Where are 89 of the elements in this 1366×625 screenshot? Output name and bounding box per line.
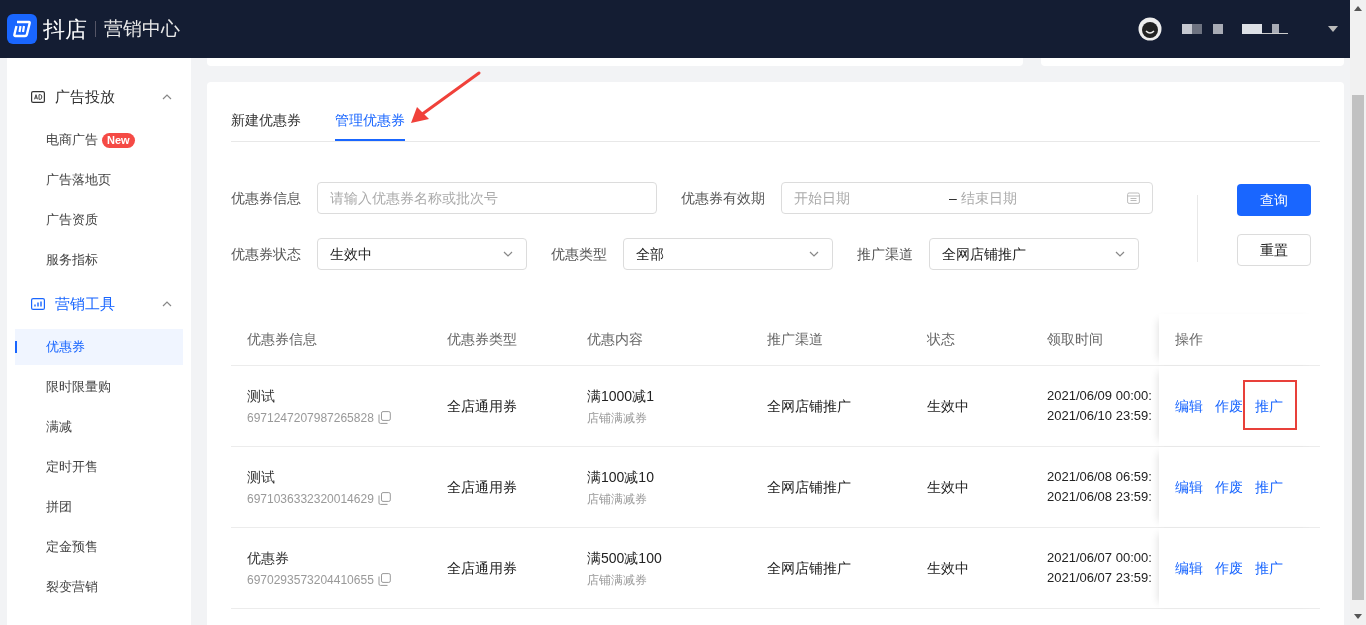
table-cell-text: 全网店铺推广	[767, 477, 851, 497]
action-link[interactable]: 推广	[1255, 398, 1283, 414]
sidebar-item[interactable]: 广告资质	[15, 202, 183, 238]
select-dropdown[interactable]: 全网店铺推广	[929, 238, 1139, 270]
copy-icon[interactable]	[377, 492, 391, 505]
batch-id: 6971247207987265828	[247, 409, 374, 427]
coupon-name: 优惠券	[247, 548, 290, 568]
product-name: 营销中心	[104, 16, 180, 41]
start-date-placeholder: 开始日期	[794, 188, 851, 208]
discount-content: 满1000减1	[587, 386, 655, 406]
sidebar-item[interactable]: 服务指标	[15, 242, 183, 278]
scrollbar[interactable]	[1350, 0, 1366, 625]
scroll-up-icon[interactable]	[1354, 6, 1362, 11]
copy-icon[interactable]	[377, 573, 391, 586]
sidebar-item[interactable]: 电商广告 New	[15, 122, 183, 158]
action-link[interactable]: 推广	[1255, 479, 1283, 495]
sidebar-item[interactable]: 优惠券	[15, 329, 183, 365]
column-header: 优惠内容	[587, 330, 643, 349]
action-link[interactable]: 作废	[1215, 560, 1243, 576]
column-header: 状态	[927, 330, 955, 349]
sidebar-item[interactable]: 裂变营销	[15, 569, 183, 605]
table-cell-text: 生效中	[927, 558, 969, 578]
discount-subtype: 店铺满减券	[587, 490, 648, 508]
query-button[interactable]: 查询	[1237, 184, 1311, 216]
column-header: 操作	[1175, 330, 1203, 349]
search-field[interactable]: 请输入优惠券名称或批次号	[317, 182, 657, 214]
coupon-name: 测试	[247, 386, 276, 406]
batch-id: 6970293573204410655	[247, 571, 374, 589]
action-link[interactable]: 编辑	[1175, 398, 1203, 414]
logo-icon[interactable]	[7, 14, 37, 44]
table-cell-text: 全店通用券	[447, 396, 517, 416]
action-link[interactable]: 作废	[1215, 398, 1243, 414]
tab[interactable]: 新建优惠券	[231, 102, 301, 141]
range-separator: –	[949, 188, 957, 208]
scroll-down-icon[interactable]	[1354, 614, 1362, 619]
action-link[interactable]: 推广	[1255, 560, 1283, 576]
chart-icon	[31, 298, 45, 310]
select-dropdown[interactable]: 生效中	[317, 238, 527, 270]
filter-label: 优惠券信息	[231, 188, 301, 208]
action-link[interactable]: 编辑	[1175, 479, 1203, 495]
column-header: 优惠券类型	[447, 330, 517, 349]
column-header: 领取时间	[1047, 330, 1103, 349]
filter-label: 优惠券有效期	[681, 188, 765, 208]
sidebar-group[interactable]: 营销工具	[7, 282, 191, 326]
filter-label: 推广渠道	[857, 244, 913, 264]
ad-icon	[31, 91, 45, 103]
discount-content: 满500减100	[587, 548, 663, 568]
calendar-icon	[1127, 192, 1140, 204]
start-time: 2021/06/07 00:00:	[1047, 549, 1153, 567]
caret-down-icon[interactable]	[1328, 25, 1338, 33]
sidebar-group[interactable]: 广告投放	[7, 75, 191, 119]
reset-button[interactable]: 重置	[1237, 234, 1311, 266]
sidebar-item[interactable]: 定时开售	[15, 449, 183, 485]
copy-icon[interactable]	[377, 411, 391, 424]
table-cell-text: 全网店铺推广	[767, 558, 851, 578]
end-time: 2021/06/07 23:59:	[1047, 569, 1153, 587]
end-time: 2021/06/10 23:59:	[1047, 407, 1153, 425]
sidebar-item[interactable]: 限时限量购	[15, 369, 183, 405]
column-header: 优惠券信息	[247, 330, 317, 349]
table-cell-text: 生效中	[927, 396, 969, 416]
table-cell-text: 生效中	[927, 477, 969, 497]
end-date-placeholder: 结束日期	[960, 188, 1018, 208]
new-badge: New	[102, 132, 135, 148]
column-header: 推广渠道	[767, 330, 823, 349]
start-time: 2021/06/09 00:00:	[1047, 387, 1153, 405]
action-link[interactable]: 作废	[1215, 479, 1243, 495]
table-cell-text: 全网店铺推广	[767, 396, 851, 416]
date-range-field[interactable]: 开始日期 – 结束日期	[781, 182, 1153, 214]
sidebar-item[interactable]: 定金预售	[15, 529, 183, 565]
tab[interactable]: 管理优惠券	[335, 102, 405, 141]
discount-content: 满100减10	[587, 467, 655, 487]
batch-id: 6971036332320014629	[247, 490, 374, 508]
table-cell-text: 全店通用券	[447, 477, 517, 497]
avatar-icon[interactable]	[1138, 17, 1162, 41]
discount-subtype: 店铺满减券	[587, 571, 648, 589]
end-time: 2021/06/08 23:59:	[1047, 488, 1153, 506]
start-time: 2021/06/08 06:59:	[1047, 468, 1153, 486]
action-link[interactable]: 编辑	[1175, 560, 1203, 576]
brand-name: 抖店	[43, 15, 87, 44]
select-dropdown[interactable]: 全部	[623, 238, 833, 270]
sidebar-item[interactable]: 广告落地页	[15, 162, 183, 198]
discount-subtype: 店铺满减券	[587, 409, 648, 427]
filter-label: 优惠券状态	[231, 244, 301, 264]
sidebar-item[interactable]: 满减	[15, 409, 183, 445]
sidebar-item[interactable]: 拼团	[15, 489, 183, 525]
scrollbar-thumb[interactable]	[1352, 95, 1364, 600]
table-cell-text: 全店通用券	[447, 558, 517, 578]
filter-label: 优惠类型	[551, 244, 607, 264]
coupon-name: 测试	[247, 467, 276, 487]
